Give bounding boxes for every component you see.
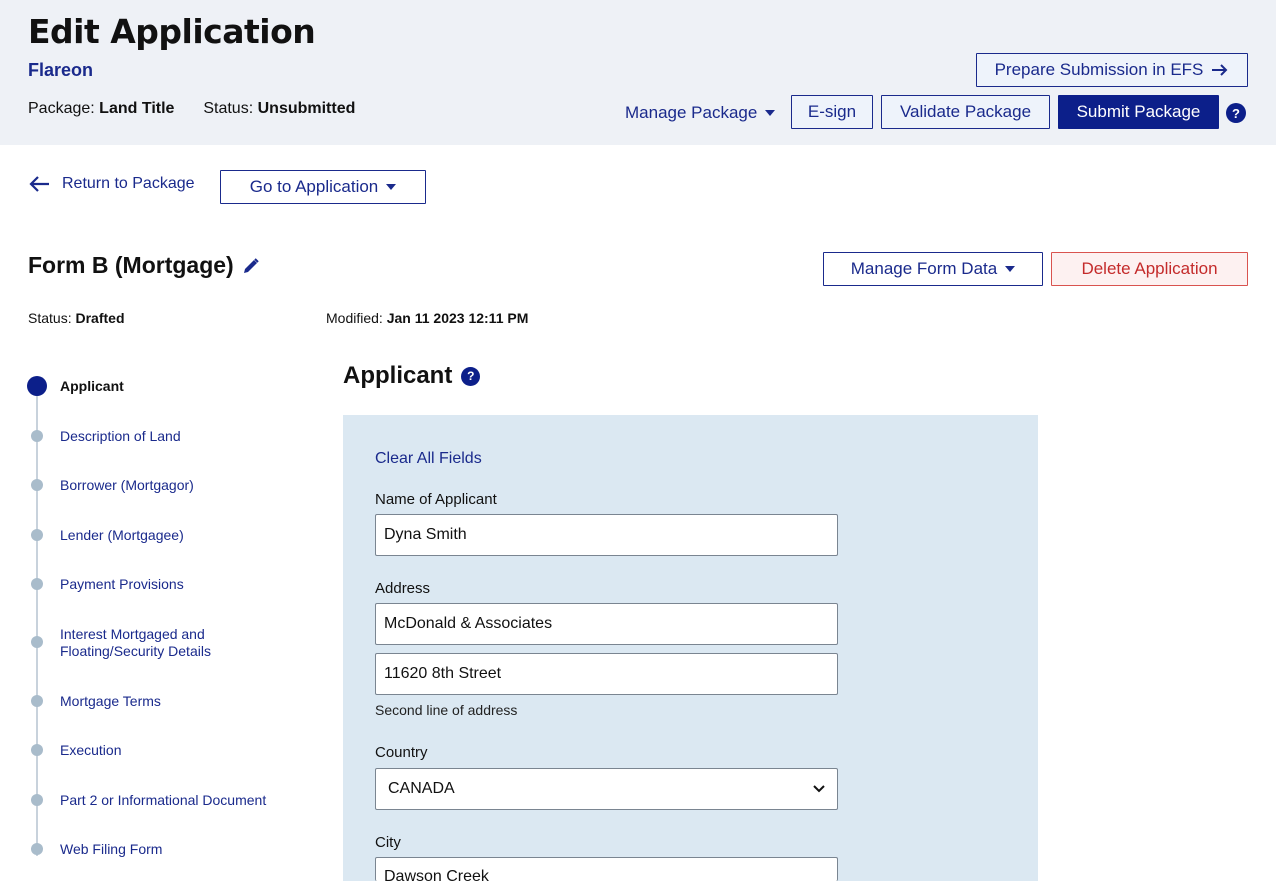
submit-package-button[interactable]: Submit Package	[1058, 95, 1219, 129]
step-dot-icon	[31, 430, 43, 442]
form-status: Status: Drafted	[28, 310, 125, 326]
return-to-package-link[interactable]: Return to Package	[28, 175, 195, 193]
package-status-value: Unsubmitted	[257, 100, 356, 117]
step-dot-icon	[31, 843, 43, 855]
esign-button[interactable]: E-sign	[791, 95, 873, 129]
help-icon[interactable]: ?	[1226, 103, 1246, 123]
address-line2-hint: Second line of address	[375, 702, 518, 718]
package-info: Package: Land Title Status: Unsubmitted	[28, 100, 355, 118]
page-header: Edit Application Flareon Package: Land T…	[0, 0, 1276, 145]
name-of-applicant-input[interactable]: Dyna Smith	[375, 514, 838, 556]
prepare-submission-button[interactable]: Prepare Submission in EFS	[976, 53, 1248, 87]
step-active-dot-icon	[27, 376, 47, 396]
address-label: Address	[375, 580, 431, 597]
delete-application-button[interactable]: Delete Application	[1051, 252, 1248, 286]
page-title: Edit Application	[28, 12, 316, 51]
package-label: Package:	[28, 100, 95, 117]
go-to-application-dropdown[interactable]: Go to Application	[220, 170, 426, 204]
arrow-left-icon	[29, 176, 49, 192]
caret-down-icon	[765, 110, 776, 116]
step-dot-icon	[31, 744, 43, 756]
address-line2-input[interactable]: 11620 8th Street	[375, 653, 838, 695]
pencil-edit-icon[interactable]	[242, 257, 260, 275]
caret-down-icon	[386, 184, 397, 190]
caret-down-icon	[1005, 266, 1016, 272]
applicant-form-panel	[343, 415, 1038, 881]
package-status-label: Status:	[203, 100, 254, 117]
clear-all-fields-link[interactable]: Clear All Fields	[375, 450, 482, 468]
city-label: City	[375, 834, 401, 851]
step-dot-icon	[31, 578, 43, 590]
name-of-applicant-label: Name of Applicant	[375, 491, 497, 508]
stepper-line	[36, 386, 38, 856]
step-dot-icon	[31, 794, 43, 806]
form-modified: Modified: Jan 11 2023 12:11 PM	[326, 310, 529, 326]
help-icon[interactable]: ?	[461, 366, 481, 386]
address-line1-input[interactable]: McDonald & Associates	[375, 603, 838, 645]
manage-package-dropdown[interactable]: Manage Package	[625, 103, 776, 123]
step-dot-icon	[31, 695, 43, 707]
step-dot-icon	[31, 479, 43, 491]
validate-package-button[interactable]: Validate Package	[881, 95, 1050, 129]
country-select[interactable]: CANADA	[375, 768, 838, 810]
chevron-down-icon	[813, 785, 825, 793]
city-input[interactable]: Dawson Creek	[375, 857, 838, 881]
section-title: Applicant ?	[343, 362, 481, 390]
step-dot-icon	[31, 529, 43, 541]
organization-name: Flareon	[28, 60, 94, 80]
package-value: Land Title	[99, 100, 175, 117]
form-title: Form B (Mortgage)	[28, 252, 260, 279]
step-dot-icon	[31, 636, 43, 648]
arrow-right-icon	[1212, 64, 1228, 76]
manage-form-data-dropdown[interactable]: Manage Form Data	[823, 252, 1043, 286]
country-label: Country	[375, 744, 428, 761]
